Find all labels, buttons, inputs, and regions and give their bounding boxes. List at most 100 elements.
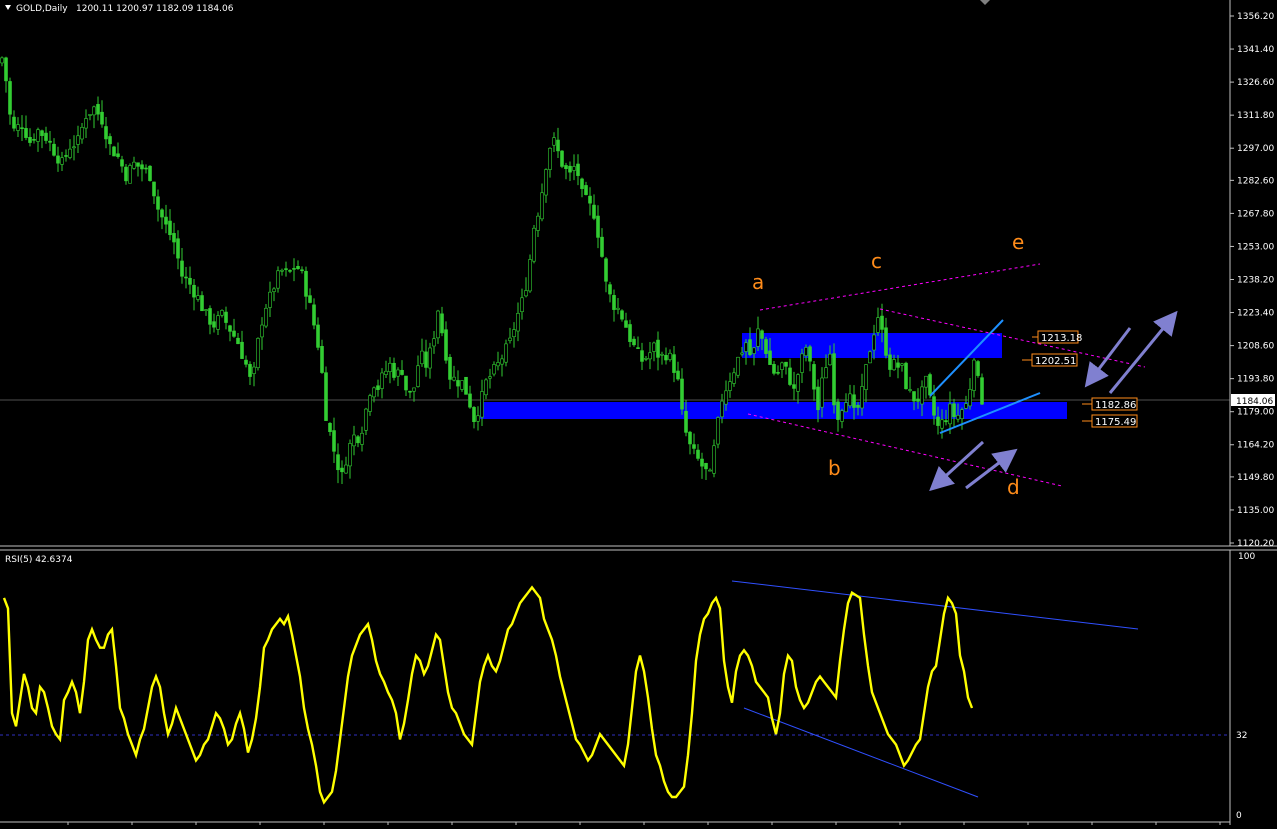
candle-body: [408, 390, 412, 393]
candle-body: [336, 454, 340, 471]
candle-body: [208, 308, 212, 325]
candle-body: [140, 164, 144, 170]
candle-body: [136, 162, 140, 167]
candle-body: [168, 220, 172, 236]
candle-body: [376, 385, 380, 390]
candle-body: [596, 215, 600, 238]
candle-body: [700, 458, 704, 467]
candle-body: [772, 364, 776, 374]
candle-body: [396, 369, 400, 377]
candle-body: [144, 167, 148, 170]
candle-body: [756, 328, 760, 347]
candle-body: [276, 270, 280, 289]
candle-body: [244, 359, 248, 365]
candle-body: [88, 114, 92, 116]
candle-body: [748, 339, 752, 355]
candle-body: [220, 310, 224, 316]
candle-body: [28, 137, 32, 143]
candle-body: [520, 297, 524, 313]
candle-body: [956, 415, 960, 420]
candle-body: [504, 343, 508, 363]
candle-body: [868, 351, 872, 364]
candle-body: [216, 315, 220, 330]
candle-body: [412, 387, 416, 392]
candle-body: [428, 347, 432, 369]
candle-body: [272, 288, 276, 292]
candle-body: [16, 124, 20, 131]
candle-body: [108, 136, 112, 145]
candle-body: [932, 396, 936, 416]
candle-body: [172, 233, 176, 243]
candle-body: [884, 327, 888, 356]
price-tick-label: 1253.00: [1237, 242, 1274, 252]
candle-body: [652, 342, 656, 352]
candle-body: [32, 139, 36, 141]
price-tick-label: 1164.20: [1237, 441, 1274, 451]
candle-body: [24, 128, 28, 138]
candle-body: [616, 307, 620, 310]
candle-body: [264, 307, 268, 327]
candle-body: [876, 317, 880, 333]
symbol-label: GOLD,Daily: [16, 4, 68, 14]
candle-body: [716, 417, 720, 445]
candle-body: [672, 354, 676, 373]
candle-body: [792, 384, 796, 389]
candle-body: [224, 311, 228, 323]
candle-body: [580, 178, 584, 189]
candle-body: [780, 362, 784, 370]
chart-window[interactable]: a b c d e 1213.18 1202.51 1182.86 1175.4…: [0, 0, 1277, 825]
candle-body: [584, 185, 588, 195]
candle-body: [296, 266, 300, 270]
price-tick-label: 1311.80: [1237, 111, 1274, 121]
candle-body: [800, 353, 804, 373]
candle-body: [848, 393, 852, 406]
candle-body: [116, 153, 120, 157]
candle-body: [852, 394, 856, 408]
price-tick-label: 1267.80: [1237, 209, 1274, 219]
candle-body: [324, 372, 328, 421]
candle-body: [960, 409, 964, 419]
candle-body: [552, 137, 556, 146]
candle-body: [68, 148, 72, 158]
candle-body: [936, 416, 940, 426]
candle-body: [548, 147, 552, 170]
candle-body: [720, 400, 724, 418]
candle-body: [304, 270, 308, 297]
candle-body: [784, 361, 788, 367]
candle-body: [964, 403, 968, 409]
candle-body: [248, 364, 252, 377]
candle-body: [132, 161, 136, 169]
candle-body: [92, 106, 96, 116]
candle-body: [880, 315, 884, 330]
candle-body: [100, 111, 104, 125]
candle-body: [472, 407, 476, 422]
price-tick-label: 1179.00: [1237, 408, 1274, 418]
candle-body: [176, 238, 180, 259]
candle-body: [496, 362, 500, 367]
candle-body: [704, 462, 708, 470]
candle-body: [316, 324, 320, 348]
candle-body: [212, 321, 216, 328]
candle-body: [608, 284, 612, 295]
candle-body: [980, 377, 984, 405]
candle-body: [72, 146, 76, 149]
candle-body: [448, 356, 452, 380]
candle-body: [184, 276, 188, 279]
candle-body: [468, 393, 472, 408]
candle-body: [824, 367, 828, 379]
candle-body: [632, 338, 636, 346]
candle-body: [892, 359, 896, 371]
candle-body: [320, 346, 324, 373]
svg-text:1175.49: 1175.49: [1095, 417, 1136, 428]
candle-body: [644, 358, 648, 360]
candle-body: [400, 369, 404, 375]
candle-body: [500, 358, 504, 365]
price-tick-label: 1326.60: [1237, 78, 1274, 88]
candle-body: [456, 380, 460, 387]
candle-body: [476, 415, 480, 422]
candle-body: [60, 157, 64, 165]
price-tick-label: 1149.80: [1237, 473, 1274, 483]
candle-body: [64, 155, 68, 157]
price-tick-label: 1208.60: [1237, 342, 1274, 352]
resistance-zone: [742, 333, 1002, 358]
